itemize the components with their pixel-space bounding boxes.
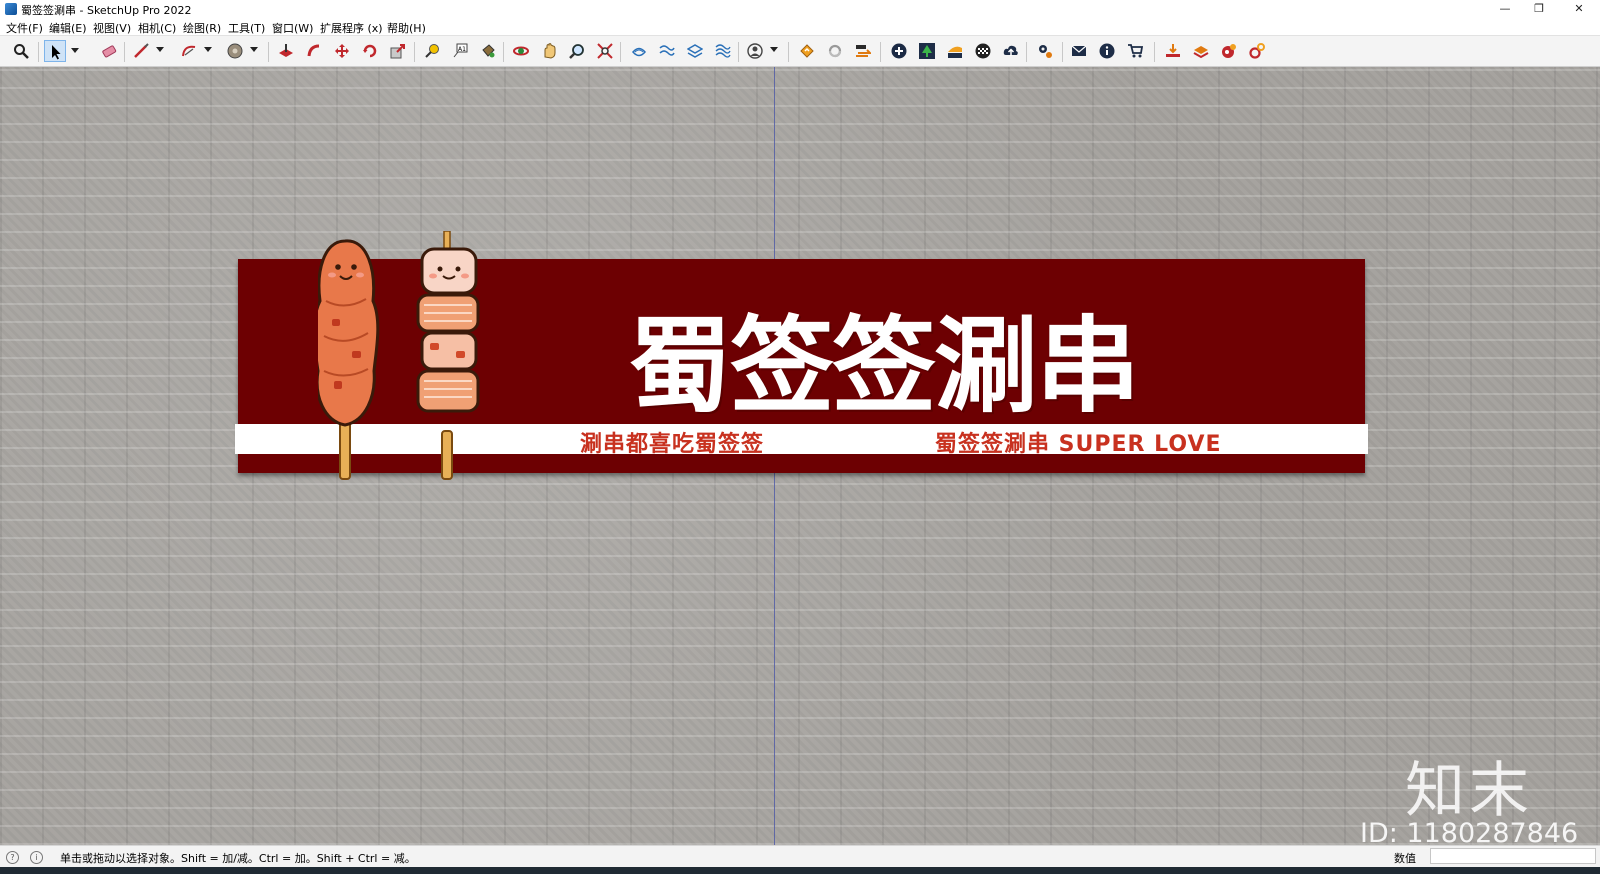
sausage-skewer	[318, 239, 380, 480]
toolbar-separator	[268, 42, 269, 62]
menu-extensions[interactable]: 扩展程序 (x)	[320, 20, 383, 36]
select-icon[interactable]	[44, 40, 79, 62]
export-icon[interactable]	[1190, 40, 1212, 62]
select-dropdown-icon[interactable]	[71, 48, 79, 53]
tape-measure-icon[interactable]	[421, 40, 443, 62]
toolbar-separator	[503, 42, 504, 62]
toolbar-separator	[738, 42, 739, 62]
scale-icon[interactable]	[387, 40, 409, 62]
storefront-sign[interactable]: 蜀签签涮串 涮串都喜吃蜀签签 蜀签签涮串 SUPER LOVE	[235, 231, 1368, 480]
toolbar-separator	[1154, 42, 1155, 62]
pan-icon[interactable]	[538, 40, 560, 62]
close-button[interactable]: ✕	[1562, 0, 1596, 19]
layers-icon[interactable]	[944, 40, 966, 62]
svg-text:A1: A1	[458, 46, 466, 53]
measurements-label: 数值	[1394, 852, 1416, 865]
toolbar-separator	[1062, 42, 1063, 62]
toolbar-separator	[414, 42, 415, 62]
settings-icon[interactable]	[1246, 40, 1268, 62]
window-title: 蜀签签涮串 - SketchUp Pro 2022	[21, 4, 192, 17]
maximize-button[interactable]: ❐	[1522, 0, 1556, 19]
profile-dropdown-icon[interactable]	[770, 47, 778, 52]
swap-icon[interactable]	[852, 40, 874, 62]
menu-view[interactable]: 视图(V)	[93, 20, 131, 36]
menu-help[interactable]: 帮助(H)	[387, 20, 426, 36]
menu-bar: 文件(F) 编辑(E) 视图(V) 相机(C) 绘图(R) 工具(T) 窗口(W…	[0, 19, 1600, 35]
menu-window[interactable]: 窗口(W)	[272, 20, 313, 36]
watermark-id: ID: 1180287846	[1360, 818, 1579, 845]
profile-icon[interactable]	[744, 40, 778, 62]
cart-icon[interactable]	[1124, 40, 1146, 62]
sandbox-icon-1[interactable]	[628, 40, 650, 62]
watermark-logo: 知末	[1405, 756, 1533, 826]
toolbar-separator	[1026, 42, 1027, 62]
line-dropdown-icon[interactable]	[156, 47, 164, 52]
shapes-dropdown-icon[interactable]	[250, 47, 258, 52]
sign-slogan-left: 涮串都喜吃蜀签签	[580, 432, 765, 457]
menu-edit[interactable]: 编辑(E)	[49, 20, 87, 36]
sandbox-icon-3[interactable]	[684, 40, 706, 62]
title-bar: 蜀签签涮串 - SketchUp Pro 2022 — ❐ ✕	[0, 0, 1600, 19]
toolbar-separator	[788, 42, 789, 62]
line-icon[interactable]	[130, 40, 164, 62]
text-icon[interactable]: A1	[449, 40, 471, 62]
sign-slogan-right: 蜀签签涮串 SUPER LOVE	[935, 432, 1222, 457]
cake-skewer	[416, 231, 480, 480]
shapes-icon[interactable]	[224, 40, 258, 62]
skewer-illustration	[318, 231, 480, 480]
menu-file[interactable]: 文件(F)	[6, 20, 43, 36]
toolbar-separator	[124, 42, 125, 62]
status-message: 单击或拖动以选择对象。Shift = 加/减。Ctrl = 加。Shift + …	[60, 852, 416, 865]
push-pull-icon[interactable]	[275, 40, 297, 62]
eraser-icon[interactable]	[98, 40, 120, 62]
sign-title: 蜀签签涮串	[628, 305, 1140, 427]
menu-camera[interactable]: 相机(C)	[138, 20, 176, 36]
status-bar: ? i 单击或拖动以选择对象。Shift = 加/减。Ctrl = 加。Shif…	[0, 845, 1600, 874]
follow-me-icon[interactable]	[303, 40, 325, 62]
paint-bucket-icon[interactable]	[477, 40, 499, 62]
arc-dropdown-icon[interactable]	[204, 47, 212, 52]
zoom-extents-icon[interactable]	[10, 40, 32, 62]
sandbox-icon-2[interactable]	[656, 40, 678, 62]
menu-draw[interactable]: 绘图(R)	[183, 20, 221, 36]
upload-cloud-icon[interactable]	[1000, 40, 1022, 62]
reload-icon[interactable]	[824, 40, 846, 62]
main-toolbar: A1	[0, 35, 1600, 67]
zoom-icon[interactable]	[566, 40, 588, 62]
zoom-window-icon[interactable]	[594, 40, 616, 62]
sketchup-app-icon	[5, 3, 17, 15]
rotate-icon[interactable]	[359, 40, 381, 62]
toolbar-separator	[38, 42, 39, 62]
mail-icon[interactable]	[1068, 40, 1090, 62]
add-icon[interactable]	[888, 40, 910, 62]
import-icon[interactable]	[1162, 40, 1184, 62]
info-status-icon[interactable]: i	[30, 851, 43, 864]
toolbar-separator	[620, 42, 621, 62]
orbit-icon[interactable]	[510, 40, 532, 62]
extension-icon-1[interactable]	[796, 40, 818, 62]
arc-icon[interactable]	[178, 40, 212, 62]
model-viewport[interactable]: 蜀签签涮串 涮串都喜吃蜀签签 蜀签签涮串 SUPER LOVE 知末 ID: 1…	[0, 67, 1600, 845]
menu-tools[interactable]: 工具(T)	[228, 20, 265, 36]
tree-icon[interactable]	[916, 40, 938, 62]
move-icon[interactable]	[331, 40, 353, 62]
checker-icon[interactable]	[972, 40, 994, 62]
geo-location-icon[interactable]: ?	[6, 851, 19, 864]
render-icon[interactable]	[1218, 40, 1240, 62]
info-icon[interactable]	[1096, 40, 1118, 62]
toolbar-separator	[880, 42, 881, 62]
sandbox-icon-4[interactable]	[712, 40, 734, 62]
gears-icon[interactable]	[1034, 40, 1056, 62]
measurements-input[interactable]	[1430, 848, 1596, 864]
minimize-button[interactable]: —	[1488, 0, 1522, 19]
